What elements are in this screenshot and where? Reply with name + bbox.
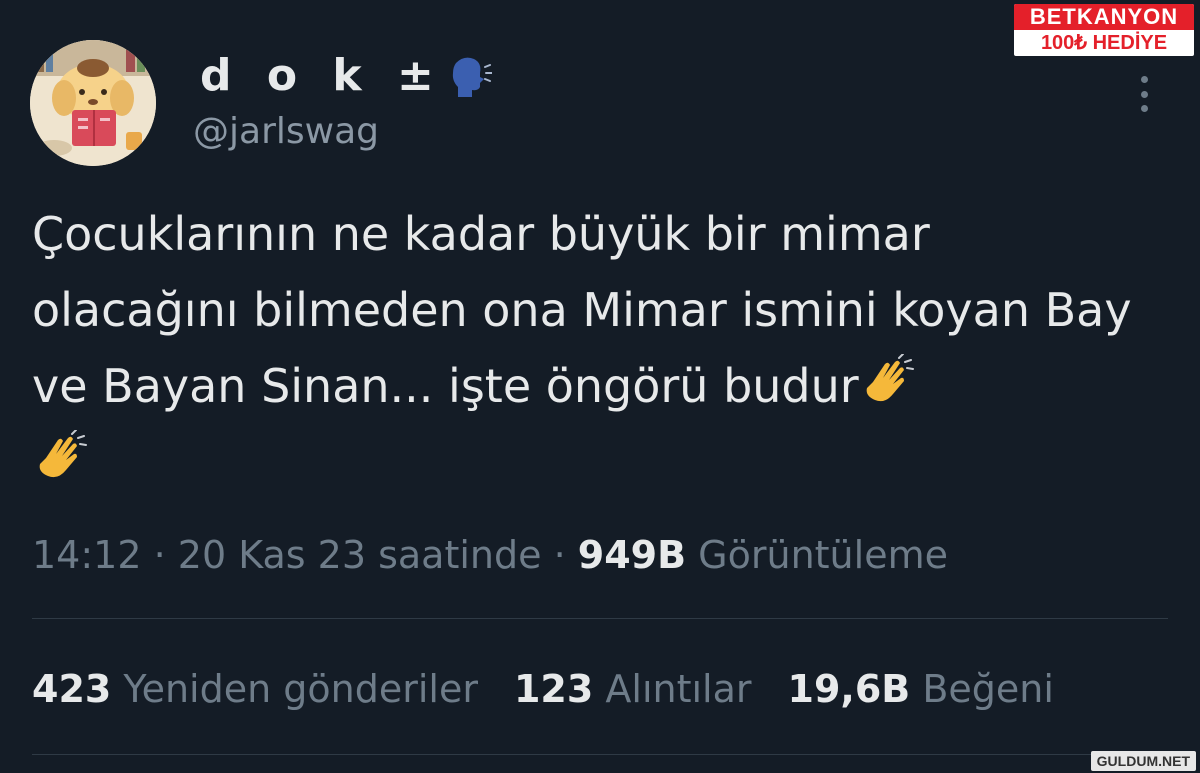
divider	[32, 618, 1168, 619]
engagement-stats: 423 Yeniden gönderiler 123 Alıntılar 19,6B…	[32, 664, 1090, 714]
clapping-hands-icon	[32, 429, 90, 488]
avatar-illustration	[30, 40, 156, 166]
site-watermark: GULDUM.NET	[1090, 751, 1196, 771]
likes-count: 19,6B	[787, 667, 911, 711]
meta-separator: ·	[153, 533, 166, 577]
tweet-meta: 14:12 · 20 Kas 23 saatinde · 949B Görünt…	[32, 530, 948, 580]
watermark-brand-bottom: 100₺ HEDİYE	[1040, 32, 1168, 54]
more-dot	[1140, 90, 1148, 98]
speaking-head-icon	[446, 53, 493, 99]
tweet-time[interactable]: 14:12	[32, 533, 142, 577]
quotes-count: 123	[513, 667, 594, 711]
retweets-count: 423	[32, 667, 112, 711]
user-handle[interactable]: @jarlswag	[193, 110, 379, 154]
watermark-logo: BETKANYON 100₺ HEDİYE	[1014, 4, 1194, 56]
tweet-text: Çocuklarının ne kadar büyük bir mimar ol…	[32, 196, 1142, 500]
divider	[32, 754, 1168, 755]
clapping-hands-icon	[859, 353, 917, 412]
display-name[interactable]: d o k ±	[200, 50, 493, 102]
avatar[interactable]	[30, 40, 156, 166]
more-dot	[1140, 105, 1148, 112]
likes-stat[interactable]: 19,6B Beğeni	[788, 667, 1054, 711]
retweets-label: Yeniden gönderiler	[123, 667, 478, 711]
more-options-button[interactable]	[1132, 76, 1156, 112]
watermark-brand-top: BETKANYON	[1014, 4, 1194, 30]
retweets-stat[interactable]: 423 Yeniden gönderiler	[32, 667, 478, 711]
views-label: Görüntüleme	[698, 533, 948, 577]
quotes-label: Alıntılar	[605, 667, 752, 711]
tweet-screen: BETKANYON 100₺ HEDİYE d o k ± @jarlswag …	[0, 0, 1200, 773]
tweet-text-content: Çocuklarının ne kadar büyük bir mimar ol…	[32, 207, 1132, 413]
quotes-stat[interactable]: 123 Alıntılar	[514, 667, 752, 711]
tweet-date[interactable]: 20 Kas 23 saatinde	[178, 533, 542, 577]
display-name-text: d o k ±	[200, 50, 444, 101]
meta-separator: ·	[553, 533, 566, 577]
likes-label: Beğeni	[922, 667, 1054, 711]
views-count: 949B	[577, 533, 687, 577]
more-vertical-icon	[1140, 76, 1148, 83]
